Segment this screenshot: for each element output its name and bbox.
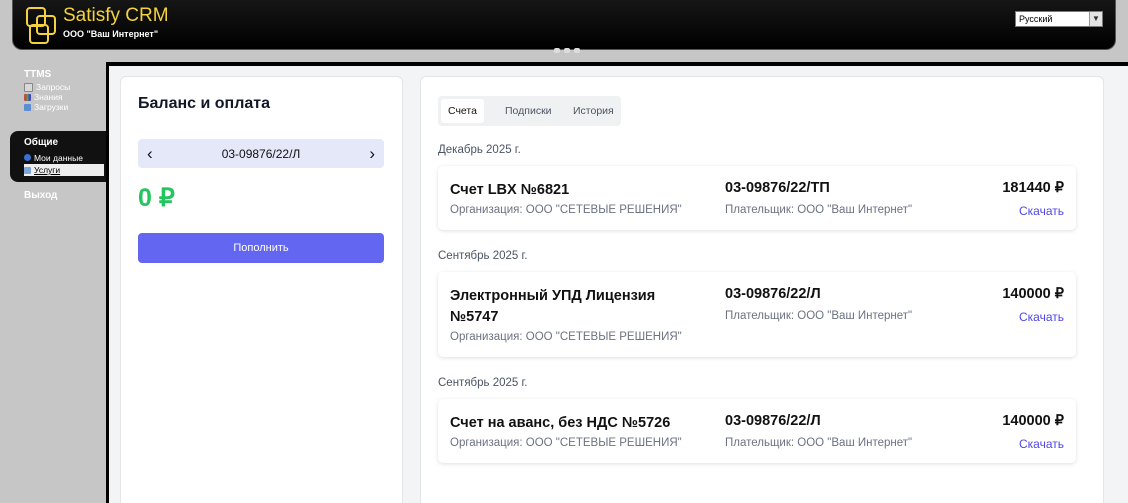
app-header: Satisfy CRM ООО "Ваш Интернет" Русский ▼ (12, 0, 1116, 53)
balance-amount: 0 ₽ (138, 184, 175, 212)
invoice-payer: Плательщик: ООО "Ваш Интернет" (725, 310, 913, 322)
invoice-name: Счет на аванс, без НДС №5726 (450, 415, 671, 431)
org-name: ООО "Ваш Интернет" (63, 29, 159, 39)
sidebar-item-label: Знания (34, 92, 63, 102)
invoice-organization: Организация: ООО "СЕТЕВЫЕ РЕШЕНИЯ" (450, 437, 682, 449)
sidebar-section-general: Общие Мои данные Услуги (10, 131, 108, 182)
books-icon (24, 93, 31, 101)
sidebar-item-label: Загрузки (34, 102, 69, 112)
sidebar-item-services[interactable]: Услуги (24, 164, 104, 176)
invoice-card: Электронный УПД Лицензия №5747 Организац… (438, 272, 1076, 357)
info-icon (24, 154, 31, 161)
invoice-payer: Плательщик: ООО "Ваш Интернет" (725, 437, 913, 449)
sidebar-section-ttms: TTMS Запросы Знания Загрузки (0, 69, 108, 112)
sidebar-item-exit[interactable]: Выход (24, 190, 57, 201)
balance-title: Баланс и оплата (138, 95, 270, 112)
invoice-name: Счет LBX №6821 (450, 182, 570, 198)
tab-history[interactable]: История (566, 99, 621, 123)
sidebar-item-downloads[interactable]: Загрузки (24, 102, 108, 112)
invoice-name: Электронный УПД Лицензия №5747 (450, 288, 656, 325)
tab-invoices[interactable]: Счета (441, 99, 484, 123)
invoice-organization: Организация: ООО "СЕТЕВЫЕ РЕШЕНИЯ" (450, 204, 682, 216)
tab-bar: Счета Подписки История (438, 96, 621, 126)
invoice-card: Счет LBX №6821 Организация: ООО "СЕТЕВЫЕ… (438, 166, 1076, 230)
invoice-amount: 140000 ₽ (1002, 413, 1064, 429)
account-number: 03-09876/22/Л (221, 147, 301, 161)
download-link[interactable]: Скачать (1019, 310, 1064, 324)
download-link[interactable]: Скачать (1019, 437, 1064, 451)
app-title: Satisfy CRM (63, 5, 169, 26)
balance-card: Баланс и оплата ‹ 03-09876/22/Л › 0 ₽ По… (120, 76, 403, 503)
sidebar-item-my-data[interactable]: Мои данные (24, 151, 108, 164)
language-select[interactable]: Русский ▼ (1015, 11, 1103, 27)
tab-subscriptions[interactable]: Подписки (498, 99, 559, 123)
download-icon (24, 103, 31, 111)
month-heading: Сентябрь 2025 г. (438, 250, 528, 262)
sidebar-item-requests[interactable]: Запросы (24, 82, 108, 92)
sidebar-item-knowledge[interactable]: Знания (24, 92, 108, 102)
month-heading: Декабрь 2025 г. (438, 144, 521, 156)
invoice-contract: 03-09876/22/Л (725, 286, 821, 302)
chevron-down-icon: ▼ (1089, 12, 1102, 26)
download-link[interactable]: Скачать (1019, 204, 1064, 218)
document-icon (24, 82, 33, 92)
services-icon (24, 166, 31, 174)
sidebar-item-label: Запросы (36, 82, 71, 92)
logo-icon (26, 7, 56, 44)
sidebar-section-title: TTMS (24, 69, 52, 80)
month-heading: Сентябрь 2025 г. (438, 377, 528, 389)
language-value: Русский (1019, 14, 1053, 24)
invoice-contract: 03-09876/22/Л (725, 413, 821, 429)
invoice-organization: Организация: ООО "СЕТЕВЫЕ РЕШЕНИЯ" (450, 331, 682, 343)
chevron-right-icon[interactable]: › (369, 145, 375, 162)
topup-button[interactable]: Пополнить (138, 233, 384, 263)
content-frame: Баланс и оплата ‹ 03-09876/22/Л › 0 ₽ По… (106, 62, 1128, 503)
sidebar-item-label: Мои данные (34, 152, 83, 163)
sidebar-item-label: Услуги (34, 165, 61, 175)
invoice-amount: 140000 ₽ (1002, 286, 1064, 302)
invoice-payer: Плательщик: ООО "Ваш Интернет" (725, 204, 913, 216)
invoices-card: Счета Подписки История Декабрь 2025 г. С… (420, 76, 1104, 503)
invoice-amount: 181440 ₽ (1002, 180, 1064, 196)
invoice-card: Счет на аванс, без НДС №5726 Организация… (438, 399, 1076, 463)
collapse-handle[interactable] (554, 48, 580, 54)
content-page: Баланс и оплата ‹ 03-09876/22/Л › 0 ₽ По… (109, 66, 1128, 503)
invoice-contract: 03-09876/22/ТП (725, 180, 830, 196)
account-switcher: ‹ 03-09876/22/Л › (138, 139, 384, 168)
sidebar-section-title: Общие (24, 137, 59, 148)
